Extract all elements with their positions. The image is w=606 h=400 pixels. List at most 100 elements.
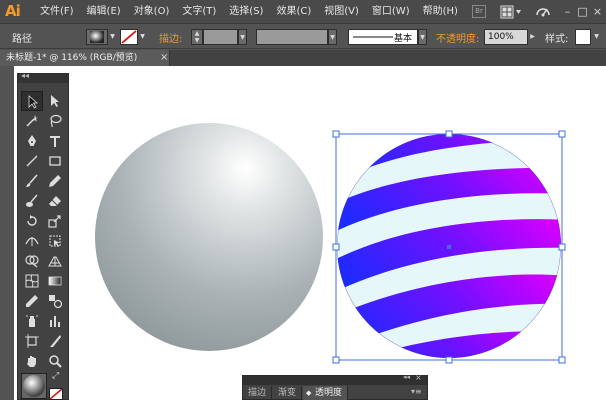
control-bar: 路径 ▼ ▼ 描边: ▲ ▼ ▼ ▼ 基本 ▼ 不透明度: 100% ▶ 样式: … bbox=[0, 25, 606, 49]
zoom-tool[interactable] bbox=[44, 351, 66, 371]
type-t-icon bbox=[50, 136, 60, 147]
stroke-none-icon bbox=[121, 30, 137, 44]
grey-gradient-sphere[interactable] bbox=[95, 123, 323, 351]
minimize-button[interactable]: – bbox=[560, 0, 575, 24]
tools-panel: ◂◂ ⤢ bbox=[17, 71, 69, 400]
hand-icon bbox=[27, 356, 36, 367]
symbol-sprayer-tool[interactable] bbox=[21, 311, 43, 331]
gradient-icon bbox=[48, 276, 62, 286]
swap-fill-stroke-icon[interactable]: ⤢ bbox=[52, 371, 59, 381]
selection-tool[interactable] bbox=[21, 91, 43, 111]
floating-panel-header[interactable]: ◂◂ × bbox=[243, 373, 427, 385]
shape-builder-tool[interactable] bbox=[21, 251, 43, 271]
menu-help[interactable]: 帮助(H) bbox=[419, 0, 462, 24]
panel-close-icon[interactable]: × bbox=[415, 373, 422, 382]
menu-bar: Ai 文件(F) 编辑(E) 对象(O) 文字(T) 选择(S) 效果(C) 视… bbox=[0, 0, 606, 24]
stroke-color-swatch[interactable] bbox=[49, 388, 63, 400]
graphic-style-swatch[interactable] bbox=[575, 29, 591, 45]
tab-transparency-label: 透明度 bbox=[315, 388, 343, 398]
stroke-weight-stepper[interactable]: ▲ ▼ bbox=[191, 29, 203, 45]
stroke-swatch[interactable] bbox=[120, 29, 138, 45]
variable-width-profile[interactable] bbox=[256, 29, 328, 45]
scale-tool[interactable] bbox=[44, 211, 66, 231]
opacity-input[interactable]: 100% bbox=[484, 29, 528, 45]
bridge-button[interactable]: Br bbox=[472, 5, 486, 18]
tab-gradient[interactable]: 渐变 bbox=[273, 386, 303, 400]
menu-window[interactable]: 窗口(W) bbox=[368, 0, 414, 24]
app-logo: Ai bbox=[5, 2, 21, 20]
slice-tool[interactable] bbox=[44, 331, 66, 351]
rectangle-tool[interactable] bbox=[44, 151, 66, 171]
panel-menu-icon[interactable]: ▾≡ bbox=[411, 387, 422, 396]
close-button[interactable]: × bbox=[590, 0, 605, 24]
eyedropper-tool[interactable] bbox=[21, 291, 43, 311]
close-tab-icon[interactable]: × bbox=[160, 50, 168, 66]
graphic-style-dropdown-icon[interactable]: ▼ bbox=[592, 29, 601, 45]
direct-selection-tool[interactable] bbox=[44, 91, 66, 111]
fill-gradient-icon bbox=[90, 31, 104, 43]
fill-swatch[interactable] bbox=[86, 29, 108, 45]
fill-color-swatch[interactable] bbox=[21, 373, 47, 399]
selection-type-label: 路径 bbox=[12, 34, 32, 45]
fill-gradient-swatch-icon bbox=[23, 375, 45, 397]
blend-tool[interactable] bbox=[44, 291, 66, 311]
free-transform-tool[interactable] bbox=[44, 231, 66, 251]
eraser-tool[interactable] bbox=[44, 191, 66, 211]
lasso-icon bbox=[50, 114, 62, 128]
perspective-grid-tool[interactable] bbox=[44, 251, 66, 271]
line-segment-tool[interactable] bbox=[21, 151, 43, 171]
hand-tool[interactable] bbox=[21, 351, 43, 371]
eraser-icon bbox=[49, 196, 61, 206]
menu-view[interactable]: 视图(V) bbox=[320, 0, 363, 24]
tools-panel-header[interactable]: ◂◂ bbox=[18, 71, 68, 83]
grid-layout-icon bbox=[500, 5, 521, 19]
brush-dropdown-icon[interactable]: ▼ bbox=[418, 29, 427, 45]
maximize-button[interactable]: □ bbox=[575, 0, 590, 24]
tab-transparency[interactable]: ◆ 透明度 bbox=[303, 386, 349, 400]
menu-file[interactable]: 文件(F) bbox=[36, 0, 78, 24]
profile-dropdown-icon[interactable]: ▼ bbox=[328, 29, 337, 45]
document-tab[interactable]: 未标题-1* @ 116% (RGB/预览) × bbox=[0, 50, 170, 66]
stroke-weight-input[interactable] bbox=[203, 29, 238, 45]
column-graph-tool[interactable] bbox=[44, 311, 66, 331]
basic-stroke-line-icon bbox=[353, 36, 393, 38]
tab-stroke[interactable]: 描边 bbox=[243, 386, 273, 400]
collapse-icon[interactable]: ◂◂ bbox=[21, 71, 29, 80]
magic-wand-tool[interactable] bbox=[21, 111, 43, 131]
panel-collapse-icon[interactable]: ◂◂ bbox=[403, 373, 410, 381]
lasso-tool[interactable] bbox=[44, 111, 66, 131]
gradient-tool[interactable] bbox=[44, 271, 66, 291]
symbol-sprayer-icon bbox=[26, 315, 38, 327]
gpu-performance-button[interactable] bbox=[535, 3, 551, 21]
brush-definition[interactable]: 基本 bbox=[348, 29, 418, 45]
slice-knife-icon bbox=[50, 335, 61, 347]
stroke-weight-dropdown-icon[interactable]: ▼ bbox=[238, 29, 247, 45]
artboard-tool[interactable] bbox=[21, 331, 43, 351]
arrange-documents-button[interactable] bbox=[500, 5, 522, 19]
perspective-grid-icon bbox=[48, 256, 62, 267]
magnifier-icon bbox=[49, 355, 62, 368]
pen-tool[interactable] bbox=[21, 131, 43, 151]
menu-effect[interactable]: 效果(C) bbox=[272, 0, 315, 24]
direct-selection-arrow-icon bbox=[51, 95, 59, 107]
stroke-dropdown-icon[interactable]: ▼ bbox=[138, 29, 147, 45]
mesh-tool[interactable] bbox=[21, 271, 43, 291]
type-tool[interactable] bbox=[44, 131, 66, 151]
width-tool[interactable] bbox=[21, 231, 43, 251]
opacity-dropdown-icon[interactable]: ▶ bbox=[528, 29, 537, 45]
blob-brush-tool[interactable] bbox=[21, 191, 43, 211]
rotate-icon bbox=[27, 215, 37, 226]
menu-object[interactable]: 对象(O) bbox=[130, 0, 174, 24]
artboard-icon bbox=[25, 334, 39, 348]
menu-edit[interactable]: 编辑(E) bbox=[83, 0, 125, 24]
pencil-tool[interactable] bbox=[44, 171, 66, 191]
paintbrush-tool[interactable] bbox=[21, 171, 43, 191]
paintbrush-icon bbox=[26, 174, 38, 187]
menu-select[interactable]: 选择(S) bbox=[225, 0, 267, 24]
rotate-tool[interactable] bbox=[21, 211, 43, 231]
document-tab-strip: 未标题-1* @ 116% (RGB/预览) × bbox=[0, 50, 606, 66]
main-menu: 文件(F) 编辑(E) 对象(O) 文字(T) 选择(S) 效果(C) 视图(V… bbox=[36, 0, 467, 24]
menu-type[interactable]: 文字(T) bbox=[178, 0, 220, 24]
fill-dropdown-icon[interactable]: ▼ bbox=[108, 29, 117, 45]
opacity-label: 不透明度: bbox=[436, 34, 480, 45]
